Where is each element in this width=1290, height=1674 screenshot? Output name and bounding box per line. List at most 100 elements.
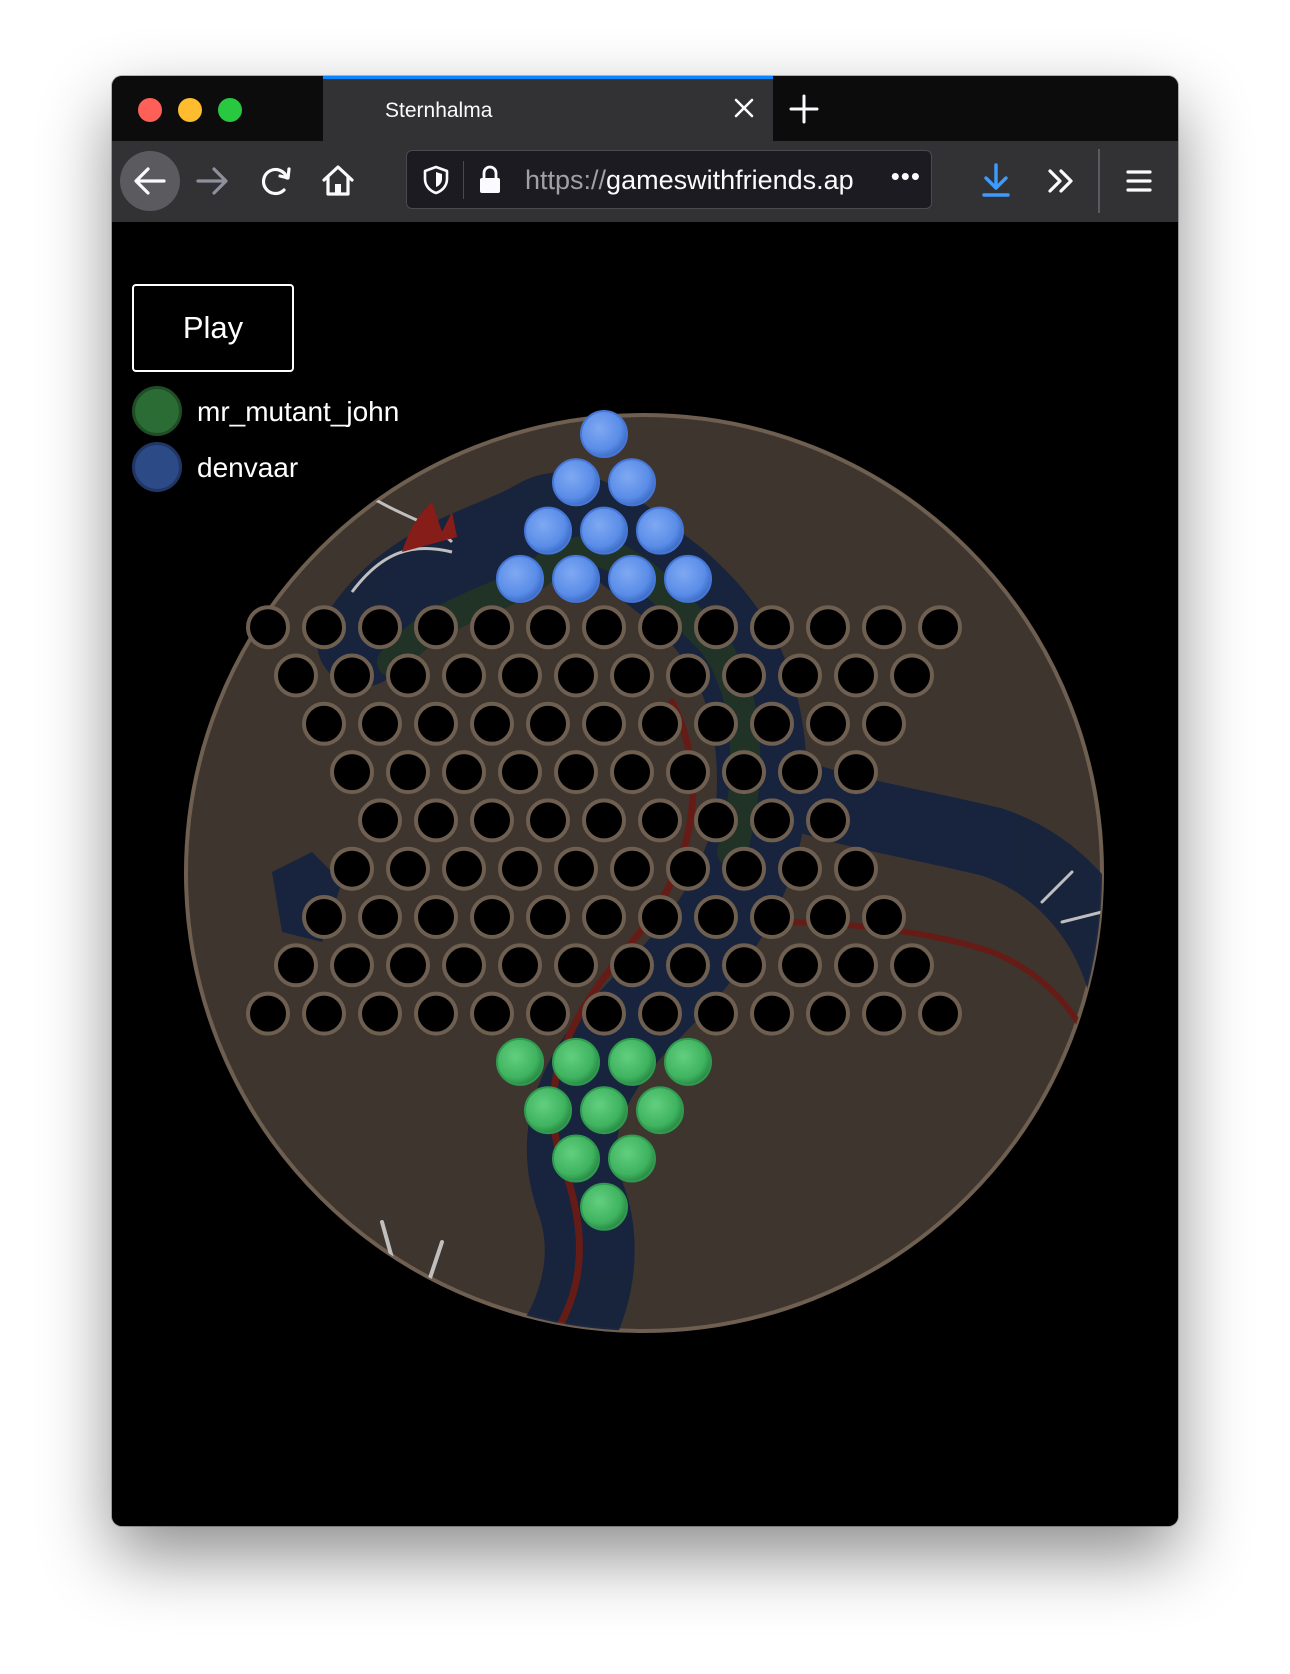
forward-button[interactable] [182,151,242,211]
board-hole[interactable] [498,653,542,698]
board-hole[interactable] [638,798,682,843]
tab-sternhalma[interactable]: Sternhalma [323,76,773,141]
green-piece[interactable] [664,1037,712,1086]
board-hole[interactable] [722,653,766,698]
board-hole[interactable] [442,943,486,988]
board-hole[interactable] [274,943,318,988]
board-hole[interactable] [554,943,598,988]
play-button[interactable]: Play [132,284,294,372]
board-hole[interactable] [498,750,542,795]
board-hole[interactable] [470,991,514,1036]
blue-piece[interactable] [552,554,600,603]
board-hole[interactable] [750,798,794,843]
green-piece[interactable] [524,1086,572,1135]
overflow-button[interactable] [1030,151,1090,211]
board-hole[interactable] [414,895,458,939]
board-hole[interactable] [582,605,626,650]
board-hole[interactable] [470,701,514,746]
board-hole[interactable] [638,895,682,939]
board-hole[interactable] [666,943,710,988]
board-hole[interactable] [302,701,346,746]
board-hole[interactable] [386,943,430,988]
board-hole[interactable] [862,991,906,1036]
board-hole[interactable] [890,653,934,698]
blue-piece[interactable] [664,554,712,603]
board-hole[interactable] [358,798,402,843]
board-hole[interactable] [806,701,850,746]
board-hole[interactable] [806,895,850,939]
board-hole[interactable] [414,605,458,650]
board-hole[interactable] [750,895,794,939]
board-hole[interactable] [526,605,570,650]
board-hole[interactable] [778,750,822,795]
url-text[interactable]: https://gameswithfriends.ap [525,165,873,196]
blue-piece[interactable] [636,506,684,555]
board-hole[interactable] [386,750,430,795]
green-piece[interactable] [496,1037,544,1086]
board-hole[interactable] [666,750,710,795]
board-hole[interactable] [470,798,514,843]
plus-icon[interactable] [785,90,823,128]
board-hole[interactable] [358,991,402,1036]
board-hole[interactable] [442,750,486,795]
board-hole[interactable] [414,991,458,1036]
board-hole[interactable] [498,846,542,891]
board-hole[interactable] [582,798,626,843]
board-hole[interactable] [862,701,906,746]
board-hole[interactable] [470,605,514,650]
board-hole[interactable] [750,701,794,746]
board-hole[interactable] [386,846,430,891]
green-piece[interactable] [552,1037,600,1086]
board-hole[interactable] [414,701,458,746]
board-hole[interactable] [666,653,710,698]
green-piece[interactable] [580,1086,628,1135]
board-hole[interactable] [554,846,598,891]
board-hole[interactable] [526,701,570,746]
board-hole[interactable] [330,943,374,988]
board-hole[interactable] [554,750,598,795]
zoom-window-button[interactable] [218,98,242,122]
board-hole[interactable] [750,605,794,650]
board-hole[interactable] [918,991,962,1036]
board-hole[interactable] [806,798,850,843]
board-hole[interactable] [638,991,682,1036]
board-hole[interactable] [778,943,822,988]
board-hole[interactable] [722,750,766,795]
board-hole[interactable] [610,750,654,795]
board-hole[interactable] [554,653,598,698]
board-hole[interactable] [694,895,738,939]
board-hole[interactable] [806,605,850,650]
board-hole[interactable] [498,943,542,988]
board-hole[interactable] [610,846,654,891]
board-hole[interactable] [722,943,766,988]
board-hole[interactable] [246,605,290,650]
board-hole[interactable] [778,653,822,698]
board-hole[interactable] [610,653,654,698]
board-hole[interactable] [358,895,402,939]
board-hole[interactable] [638,605,682,650]
board-hole[interactable] [582,895,626,939]
back-button[interactable] [120,151,180,211]
board-hole[interactable] [442,846,486,891]
board-hole[interactable] [442,653,486,698]
board-hole[interactable] [274,653,318,698]
board-hole[interactable] [750,991,794,1036]
board-hole[interactable] [330,846,374,891]
board-hole[interactable] [694,798,738,843]
close-icon[interactable] [729,93,759,123]
blue-piece[interactable] [580,410,628,458]
board-hole[interactable] [834,750,878,795]
board-hole[interactable] [526,991,570,1036]
board-hole[interactable] [834,846,878,891]
board-hole[interactable] [694,605,738,650]
board-hole[interactable] [414,798,458,843]
board-hole[interactable] [806,991,850,1036]
board-hole[interactable] [358,701,402,746]
green-piece[interactable] [552,1134,600,1183]
shield-icon[interactable] [421,164,451,196]
reload-button[interactable] [246,151,306,211]
minimize-window-button[interactable] [178,98,202,122]
board-hole[interactable] [330,653,374,698]
board-hole[interactable] [526,798,570,843]
board-hole[interactable] [666,846,710,891]
